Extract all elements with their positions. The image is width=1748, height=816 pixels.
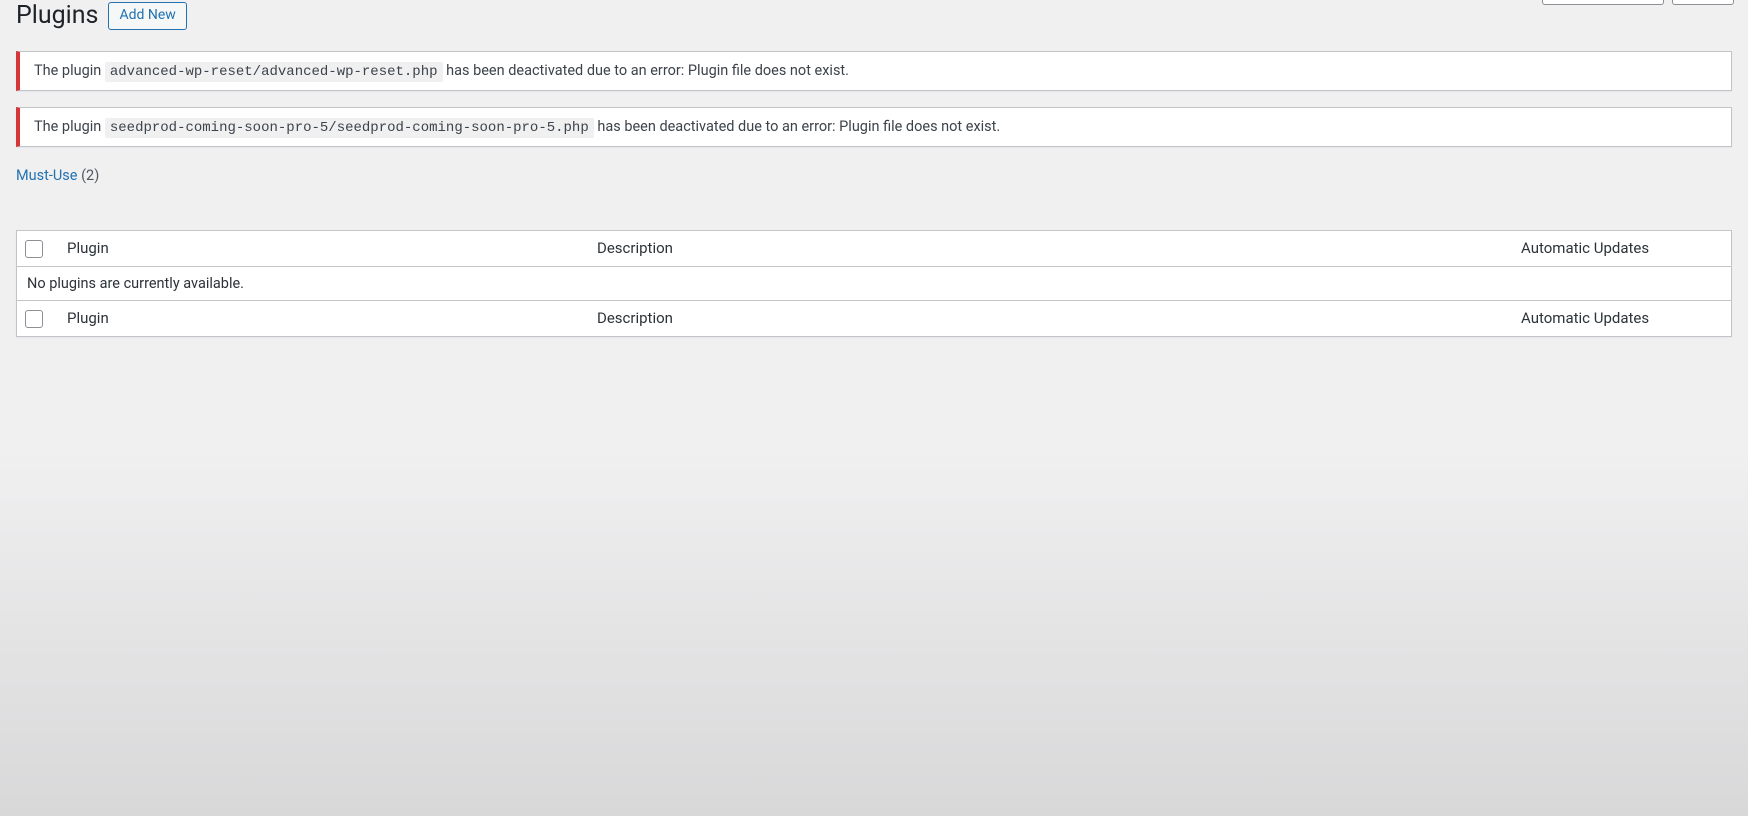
page-wrap: Plugins Add New The plugin advanced-wp-r… [0,0,1748,353]
col-footer-plugin[interactable]: Plugin [57,300,587,336]
notice-text-before: The plugin [34,62,105,79]
select-all-checkbox[interactable] [25,240,43,258]
filter-must-use-count: (2) [81,167,99,184]
col-header-plugin[interactable]: Plugin [57,230,587,266]
top-right-cutoff [1542,0,1734,5]
select-all-footer [17,300,58,336]
notice-text-before: The plugin [34,118,105,135]
notice-code: seedprod-coming-soon-pro-5/seedprod-comi… [105,118,594,138]
page-header: Plugins Add New [16,0,1732,33]
col-header-auto-updates[interactable]: Automatic Updates [1511,230,1732,266]
notice-text-after: has been deactivated due to an error: Pl… [597,118,1000,135]
select-all-checkbox[interactable] [25,310,43,328]
notice-text-after: has been deactivated due to an error: Pl… [446,62,849,79]
table-footer-row: Plugin Description Automatic Updates [17,300,1732,336]
table-row: No plugins are currently available. [17,266,1732,300]
table-header-row: Plugin Description Automatic Updates [17,230,1732,266]
cutoff-input [1542,0,1664,5]
error-notice: The plugin seedprod-coming-soon-pro-5/se… [16,107,1732,147]
filter-must-use-link[interactable]: Must-Use [16,167,77,184]
error-notice: The plugin advanced-wp-reset/advanced-wp… [16,51,1732,91]
no-items-message: No plugins are currently available. [17,266,1732,300]
page-title: Plugins [16,0,98,33]
col-header-description[interactable]: Description [587,230,1511,266]
plugin-filter-links: Must-Use (2) [16,167,1732,184]
notice-code: advanced-wp-reset/advanced-wp-reset.php [105,62,443,82]
plugins-table: Plugin Description Automatic Updates No … [16,230,1732,337]
select-all-header [17,230,58,266]
add-new-button[interactable]: Add New [108,2,186,30]
cutoff-button [1672,0,1734,5]
col-footer-description[interactable]: Description [587,300,1511,336]
col-footer-auto-updates[interactable]: Automatic Updates [1511,300,1732,336]
